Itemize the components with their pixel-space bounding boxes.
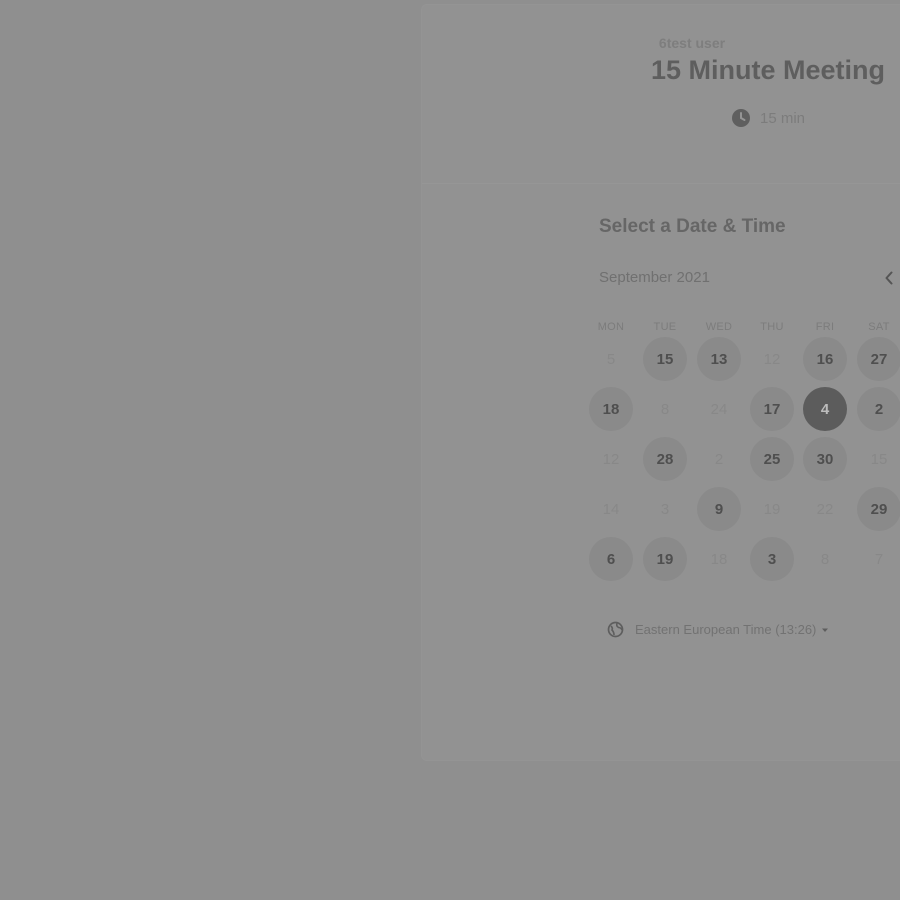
weekday-fri: FRI: [815, 321, 835, 333]
calendar-day-unavailable: 7: [874, 550, 884, 568]
calendar-day-available[interactable]: 2: [857, 387, 900, 431]
calendar-day-selected[interactable]: 4: [803, 387, 847, 431]
calendar-day-available[interactable]: 9: [697, 487, 741, 531]
weekday-sat: SAT: [868, 321, 890, 333]
event-owner: 6test user: [658, 35, 726, 51]
timezone-label: Eastern European Time (13:26): [635, 622, 817, 637]
calendar-day-available[interactable]: 28: [643, 437, 687, 481]
globe-icon: [607, 621, 624, 638]
calendar-day-available[interactable]: 17: [750, 387, 794, 431]
calendar-day-available[interactable]: 18: [589, 387, 633, 431]
calendar-day-unavailable: 24: [710, 400, 728, 418]
weekday-wed: WED: [705, 321, 733, 333]
weekday-tue: TUE: [653, 321, 677, 333]
calendar-day-available[interactable]: 25: [750, 437, 794, 481]
caret-down-icon: [822, 628, 829, 632]
calendar-day-unavailable: 18: [710, 550, 728, 568]
calendar-day-unavailable: 5: [606, 350, 616, 368]
calendar-day-available[interactable]: 13: [697, 337, 741, 381]
chevron-left-icon: [885, 271, 893, 285]
calendar-day-available[interactable]: 16: [803, 337, 847, 381]
event-header: 6test user 15 Minute Meeting 15 min: [422, 5, 900, 184]
calendar-day-unavailable: 12: [602, 450, 620, 468]
clock-icon: [732, 109, 750, 127]
previous-month-button[interactable]: [878, 265, 900, 291]
event-duration: 15 min: [731, 107, 805, 129]
date-time-heading: Select a Date & Time: [599, 216, 786, 237]
calendar-day-available[interactable]: 29: [857, 487, 900, 531]
event-title: 15 Minute Meeting: [651, 55, 886, 85]
booking-card: 6test user 15 Minute Meeting 15 min Sele…: [421, 4, 900, 761]
calendar-day-available[interactable]: 3: [750, 537, 794, 581]
calendar-day-unavailable: 8: [660, 400, 670, 418]
calendar-day-unavailable: 14: [602, 500, 620, 518]
weekday-thu: THU: [760, 321, 784, 333]
duration-label: 15 min: [760, 109, 806, 127]
calendar-day-unavailable: 2: [714, 450, 724, 468]
calendar-day-unavailable: 15: [870, 450, 888, 468]
calendar-day-unavailable: 8: [820, 550, 830, 568]
calendar-day-unavailable: 12: [763, 350, 781, 368]
calendar-day-available[interactable]: 30: [803, 437, 847, 481]
calendar-day-available[interactable]: 6: [589, 537, 633, 581]
calendar-day-unavailable: 22: [816, 500, 834, 518]
calendar-day-available[interactable]: 15: [643, 337, 687, 381]
weekday-mon: MON: [597, 321, 625, 333]
timezone-selector[interactable]: Eastern European Time (13:26): [607, 621, 829, 638]
calendar-day-available[interactable]: 19: [643, 537, 687, 581]
calendar-day-unavailable: 19: [763, 500, 781, 518]
calendar-day-available[interactable]: 27: [857, 337, 900, 381]
modal-overlay: 6test user 15 Minute Meeting 15 min Sele…: [0, 0, 900, 900]
calendar-day-unavailable: 3: [660, 500, 670, 518]
current-month: September 2021: [599, 269, 710, 286]
